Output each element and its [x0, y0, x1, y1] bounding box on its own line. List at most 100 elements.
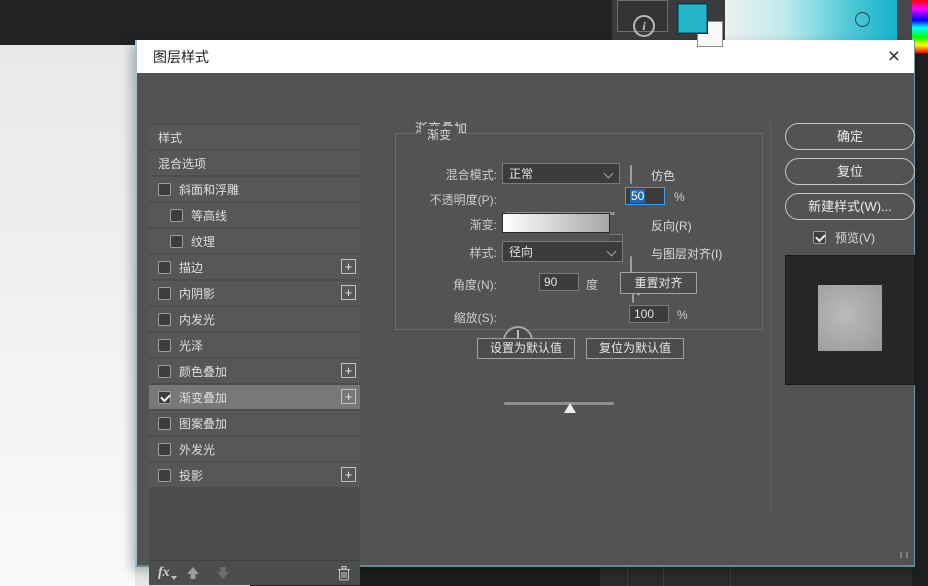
- effect-checkbox[interactable]: [158, 287, 171, 300]
- chevron-down-icon: [608, 248, 616, 256]
- delete-effect-icon[interactable]: [337, 566, 351, 581]
- effect-checkbox[interactable]: [158, 365, 171, 378]
- reset-alignment-button[interactable]: 重置对齐: [620, 272, 697, 294]
- color-picker-saturation-field[interactable]: [725, 0, 897, 45]
- sidebar-item[interactable]: 内发光: [149, 307, 360, 331]
- sidebar-item[interactable]: 内阴影+: [149, 281, 360, 305]
- scale-label: 缩放(S):: [385, 309, 497, 326]
- effect-checkbox[interactable]: [158, 313, 171, 326]
- scale-input[interactable]: 100: [629, 305, 669, 323]
- reverse-label: 反向(R): [651, 217, 692, 234]
- sidebar-item-label: 内发光: [179, 311, 215, 328]
- foreground-color-swatch[interactable]: [678, 4, 707, 33]
- picker-panel-fragment: i: [612, 0, 725, 45]
- align-layer-label: 与图层对齐(I): [651, 245, 722, 262]
- panel-divider: [770, 121, 771, 513]
- blend-mode-label: 混合模式:: [385, 166, 497, 183]
- gradient-preview[interactable]: [502, 213, 610, 233]
- sidebar-item[interactable]: 光泽: [149, 333, 360, 357]
- sidebar-item[interactable]: 投影 +: [149, 463, 360, 487]
- move-effect-down-icon[interactable]: [216, 566, 230, 580]
- close-icon[interactable]: ×: [888, 47, 900, 67]
- gradient-group-label: 渐变: [421, 126, 457, 143]
- style-value: 径向: [509, 243, 533, 260]
- angle-input[interactable]: 90: [539, 273, 579, 291]
- opacity-unit: %: [674, 190, 685, 204]
- effect-checkbox[interactable]: [158, 469, 171, 482]
- info-icon: i: [633, 15, 655, 37]
- color-picker-cursor-icon[interactable]: [855, 12, 870, 27]
- resize-grip-icon[interactable]: [900, 552, 908, 558]
- effect-checkbox[interactable]: [158, 183, 171, 196]
- reset-default-button[interactable]: 复位为默认值: [586, 338, 684, 359]
- effects-sidebar: 样式混合选项斜面和浮雕等高线纹理描边+内阴影+内发光光泽颜色叠加+渐变叠加+图案…: [149, 123, 360, 585]
- style-select[interactable]: 径向: [502, 241, 623, 262]
- layer-style-dialog: 图层样式 × 样式混合选项斜面和浮雕等高线纹理描边+内阴影+内发光光泽颜色叠加+…: [135, 40, 915, 567]
- opacity-value: 50: [630, 189, 645, 203]
- effect-checkbox[interactable]: [170, 209, 183, 222]
- sidebar-item[interactable]: 图案叠加: [149, 411, 360, 435]
- preview-label: 预览(V): [835, 229, 875, 246]
- sidebar-item-label: 等高线: [191, 207, 227, 224]
- angle-label: 角度(N):: [385, 276, 497, 293]
- canvas-background: [0, 45, 135, 586]
- sidebar-item-label: 外发光: [179, 441, 215, 458]
- sidebar-item[interactable]: 等高线: [149, 203, 360, 227]
- fx-menu-icon[interactable]: fx: [158, 565, 170, 581]
- move-effect-up-icon[interactable]: [186, 566, 200, 580]
- sidebar-item[interactable]: 样式: [149, 125, 360, 149]
- dialog-titlebar[interactable]: 图层样式 ×: [137, 40, 914, 73]
- sidebar-item-label: 纹理: [191, 233, 215, 250]
- sidebar-item-label: 混合选项: [158, 155, 206, 172]
- angle-unit: 度: [586, 276, 598, 293]
- panel-seam: [663, 567, 664, 586]
- sidebar-item-label: 颜色叠加: [179, 363, 227, 380]
- opacity-input[interactable]: 50: [625, 187, 665, 205]
- effect-checkbox[interactable]: [158, 417, 171, 430]
- sidebar-item[interactable]: 颜色叠加 +: [149, 359, 360, 383]
- blend-mode-select[interactable]: 正常: [502, 163, 620, 184]
- scale-value: 100: [634, 307, 654, 321]
- opacity-label: 不透明度(P):: [385, 191, 497, 208]
- sidebar-item[interactable]: 斜面和浮雕: [149, 177, 360, 201]
- app-top-bar: [0, 0, 612, 45]
- panel-seam: [730, 567, 731, 586]
- reset-button[interactable]: 复位: [785, 158, 915, 185]
- add-effect-instance-button[interactable]: +: [341, 285, 356, 300]
- sidebar-item[interactable]: 外发光: [149, 437, 360, 461]
- sidebar-item[interactable]: 纹理: [149, 229, 360, 253]
- blend-mode-value: 正常: [509, 165, 533, 182]
- dither-checkbox[interactable]: [630, 165, 632, 184]
- ok-button[interactable]: 确定: [785, 123, 915, 150]
- sidebar-item[interactable]: 渐变叠加+: [149, 385, 360, 409]
- sidebar-item-label: 样式: [158, 129, 182, 146]
- effect-checkbox[interactable]: [158, 261, 171, 274]
- sidebar-item-label: 光泽: [179, 337, 203, 354]
- scale-unit: %: [677, 308, 688, 322]
- style-label: 样式:: [385, 244, 497, 261]
- effect-checkbox[interactable]: [170, 235, 183, 248]
- add-effect-instance-button[interactable]: +: [341, 389, 356, 404]
- scale-slider[interactable]: [504, 402, 614, 405]
- add-effect-instance-button[interactable]: +: [341, 259, 356, 274]
- dialog-body: 样式混合选项斜面和浮雕等高线纹理描边+内阴影+内发光光泽颜色叠加+渐变叠加+图案…: [137, 73, 914, 565]
- style-preview-gradient: [818, 285, 882, 351]
- sidebar-item[interactable]: 混合选项: [149, 151, 360, 175]
- add-effect-instance-button[interactable]: +: [341, 467, 356, 482]
- sidebar-item-label: 描边: [179, 259, 203, 276]
- panel-seam: [627, 567, 628, 586]
- effect-checkbox[interactable]: [158, 339, 171, 352]
- sidebar-item[interactable]: 描边 +: [149, 255, 360, 279]
- dialog-title: 图层样式: [153, 47, 209, 67]
- scale-slider-thumb[interactable]: [564, 403, 576, 413]
- picker-panel-gap: [897, 0, 912, 45]
- add-effect-instance-button[interactable]: +: [341, 363, 356, 378]
- new-style-button[interactable]: 新建样式(W)...: [785, 193, 915, 220]
- preview-checkbox[interactable]: [813, 231, 826, 244]
- sidebar-item-label: 投影: [179, 467, 203, 484]
- gradient-label: 渐变:: [385, 216, 497, 233]
- angle-value: 90: [544, 275, 557, 289]
- make-default-button[interactable]: 设置为默认值: [477, 338, 575, 359]
- effect-checkbox[interactable]: [158, 443, 171, 456]
- effect-checkbox[interactable]: [158, 391, 171, 404]
